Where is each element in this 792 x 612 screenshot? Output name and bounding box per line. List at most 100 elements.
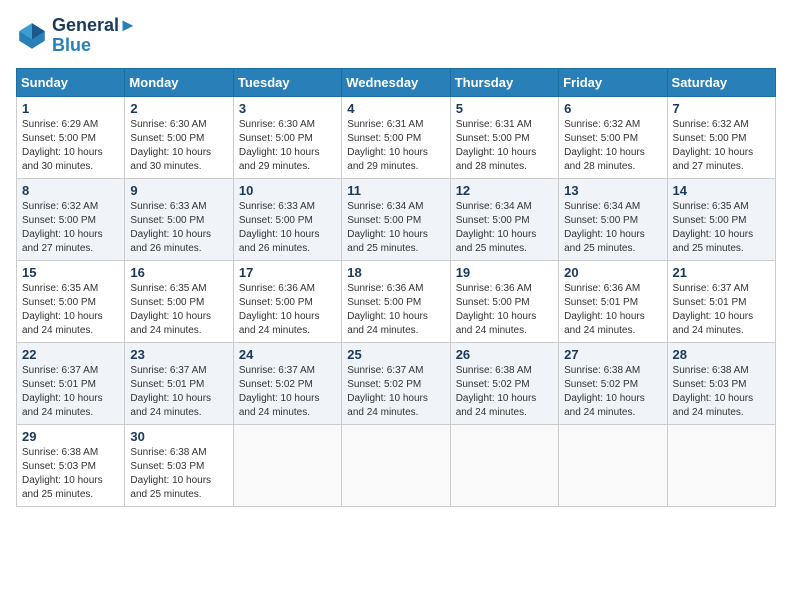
day-info: Sunrise: 6:33 AM Sunset: 5:00 PM Dayligh… xyxy=(130,200,227,256)
day-info: Sunrise: 6:34 AM Sunset: 5:00 PM Dayligh… xyxy=(456,200,553,256)
calendar-day-header: Thursday xyxy=(450,68,558,96)
calendar-cell: 2 Sunrise: 6:30 AM Sunset: 5:00 PM Daylig… xyxy=(125,96,233,178)
calendar-week-row: 29 Sunrise: 6:38 AM Sunset: 5:03 PM Dayli… xyxy=(17,424,776,506)
page-header: General► Blue xyxy=(16,16,776,56)
day-info: Sunrise: 6:37 AM Sunset: 5:02 PM Dayligh… xyxy=(347,364,444,420)
day-number: 3 xyxy=(239,101,336,116)
logo: General► Blue xyxy=(16,16,137,56)
calendar-cell: 6 Sunrise: 6:32 AM Sunset: 5:00 PM Daylig… xyxy=(559,96,667,178)
day-number: 7 xyxy=(673,101,770,116)
day-number: 28 xyxy=(673,347,770,362)
day-info: Sunrise: 6:31 AM Sunset: 5:00 PM Dayligh… xyxy=(347,118,444,174)
calendar-week-row: 1 Sunrise: 6:29 AM Sunset: 5:00 PM Daylig… xyxy=(17,96,776,178)
calendar-cell xyxy=(233,424,341,506)
day-info: Sunrise: 6:35 AM Sunset: 5:00 PM Dayligh… xyxy=(22,282,119,338)
calendar-cell: 25 Sunrise: 6:37 AM Sunset: 5:02 PM Dayli… xyxy=(342,342,450,424)
day-info: Sunrise: 6:38 AM Sunset: 5:02 PM Dayligh… xyxy=(456,364,553,420)
day-info: Sunrise: 6:32 AM Sunset: 5:00 PM Dayligh… xyxy=(564,118,661,174)
calendar-week-row: 15 Sunrise: 6:35 AM Sunset: 5:00 PM Dayli… xyxy=(17,260,776,342)
day-info: Sunrise: 6:37 AM Sunset: 5:01 PM Dayligh… xyxy=(673,282,770,338)
day-number: 6 xyxy=(564,101,661,116)
calendar-day-header: Friday xyxy=(559,68,667,96)
day-number: 13 xyxy=(564,183,661,198)
calendar-day-header: Monday xyxy=(125,68,233,96)
calendar-cell: 1 Sunrise: 6:29 AM Sunset: 5:00 PM Daylig… xyxy=(17,96,125,178)
day-number: 29 xyxy=(22,429,119,444)
day-number: 18 xyxy=(347,265,444,280)
calendar-cell: 27 Sunrise: 6:38 AM Sunset: 5:02 PM Dayli… xyxy=(559,342,667,424)
calendar-cell: 19 Sunrise: 6:36 AM Sunset: 5:00 PM Dayli… xyxy=(450,260,558,342)
day-info: Sunrise: 6:38 AM Sunset: 5:03 PM Dayligh… xyxy=(130,446,227,502)
day-number: 5 xyxy=(456,101,553,116)
day-number: 2 xyxy=(130,101,227,116)
day-number: 9 xyxy=(130,183,227,198)
calendar-cell: 15 Sunrise: 6:35 AM Sunset: 5:00 PM Dayli… xyxy=(17,260,125,342)
day-info: Sunrise: 6:36 AM Sunset: 5:00 PM Dayligh… xyxy=(239,282,336,338)
day-number: 30 xyxy=(130,429,227,444)
calendar-cell xyxy=(450,424,558,506)
day-number: 10 xyxy=(239,183,336,198)
calendar-cell: 30 Sunrise: 6:38 AM Sunset: 5:03 PM Dayli… xyxy=(125,424,233,506)
calendar-cell: 8Sunrise: 6:32 AM Sunset: 5:00 PM Daylig… xyxy=(17,178,125,260)
day-info: Sunrise: 6:30 AM Sunset: 5:00 PM Dayligh… xyxy=(239,118,336,174)
day-info: Sunrise: 6:34 AM Sunset: 5:00 PM Dayligh… xyxy=(347,200,444,256)
calendar-cell: 29 Sunrise: 6:38 AM Sunset: 5:03 PM Dayli… xyxy=(17,424,125,506)
day-info: Sunrise: 6:35 AM Sunset: 5:00 PM Dayligh… xyxy=(130,282,227,338)
calendar-cell: 10 Sunrise: 6:33 AM Sunset: 5:00 PM Dayli… xyxy=(233,178,341,260)
calendar-cell: 24 Sunrise: 6:37 AM Sunset: 5:02 PM Dayli… xyxy=(233,342,341,424)
day-info: Sunrise: 6:38 AM Sunset: 5:02 PM Dayligh… xyxy=(564,364,661,420)
day-number: 17 xyxy=(239,265,336,280)
day-info: Sunrise: 6:37 AM Sunset: 5:01 PM Dayligh… xyxy=(130,364,227,420)
calendar-cell: 3 Sunrise: 6:30 AM Sunset: 5:00 PM Daylig… xyxy=(233,96,341,178)
calendar-cell: 13 Sunrise: 6:34 AM Sunset: 5:00 PM Dayli… xyxy=(559,178,667,260)
day-info: Sunrise: 6:36 AM Sunset: 5:00 PM Dayligh… xyxy=(347,282,444,338)
calendar-cell: 5 Sunrise: 6:31 AM Sunset: 5:00 PM Daylig… xyxy=(450,96,558,178)
calendar-day-header: Wednesday xyxy=(342,68,450,96)
day-number: 22 xyxy=(22,347,119,362)
calendar-cell: 11Sunrise: 6:34 AM Sunset: 5:00 PM Dayli… xyxy=(342,178,450,260)
calendar-cell: 28 Sunrise: 6:38 AM Sunset: 5:03 PM Dayli… xyxy=(667,342,775,424)
calendar-cell xyxy=(559,424,667,506)
calendar-week-row: 8Sunrise: 6:32 AM Sunset: 5:00 PM Daylig… xyxy=(17,178,776,260)
calendar-day-header: Tuesday xyxy=(233,68,341,96)
day-number: 24 xyxy=(239,347,336,362)
day-info: Sunrise: 6:37 AM Sunset: 5:01 PM Dayligh… xyxy=(22,364,119,420)
day-number: 1 xyxy=(22,101,119,116)
day-info: Sunrise: 6:31 AM Sunset: 5:00 PM Dayligh… xyxy=(456,118,553,174)
day-info: Sunrise: 6:36 AM Sunset: 5:00 PM Dayligh… xyxy=(456,282,553,338)
calendar-cell: 18 Sunrise: 6:36 AM Sunset: 5:00 PM Dayli… xyxy=(342,260,450,342)
day-info: Sunrise: 6:30 AM Sunset: 5:00 PM Dayligh… xyxy=(130,118,227,174)
calendar-cell: 9 Sunrise: 6:33 AM Sunset: 5:00 PM Daylig… xyxy=(125,178,233,260)
day-info: Sunrise: 6:29 AM Sunset: 5:00 PM Dayligh… xyxy=(22,118,119,174)
day-number: 14 xyxy=(673,183,770,198)
day-number: 27 xyxy=(564,347,661,362)
day-info: Sunrise: 6:35 AM Sunset: 5:00 PM Dayligh… xyxy=(673,200,770,256)
day-info: Sunrise: 6:38 AM Sunset: 5:03 PM Dayligh… xyxy=(22,446,119,502)
calendar-cell: 12Sunrise: 6:34 AM Sunset: 5:00 PM Dayli… xyxy=(450,178,558,260)
logo-icon xyxy=(16,20,48,52)
calendar-day-header: Sunday xyxy=(17,68,125,96)
calendar-cell: 26 Sunrise: 6:38 AM Sunset: 5:02 PM Dayli… xyxy=(450,342,558,424)
calendar-cell xyxy=(342,424,450,506)
day-info: Sunrise: 6:33 AM Sunset: 5:00 PM Dayligh… xyxy=(239,200,336,256)
day-info: Sunrise: 6:32 AM Sunset: 5:00 PM Dayligh… xyxy=(673,118,770,174)
day-number: 23 xyxy=(130,347,227,362)
day-info: Sunrise: 6:37 AM Sunset: 5:02 PM Dayligh… xyxy=(239,364,336,420)
logo-text: General► Blue xyxy=(52,16,137,56)
day-number: 25 xyxy=(347,347,444,362)
day-info: Sunrise: 6:38 AM Sunset: 5:03 PM Dayligh… xyxy=(673,364,770,420)
day-info: Sunrise: 6:34 AM Sunset: 5:00 PM Dayligh… xyxy=(564,200,661,256)
day-number: 26 xyxy=(456,347,553,362)
day-number: 16 xyxy=(130,265,227,280)
calendar-cell: 23 Sunrise: 6:37 AM Sunset: 5:01 PM Dayli… xyxy=(125,342,233,424)
calendar-cell: 22 Sunrise: 6:37 AM Sunset: 5:01 PM Dayli… xyxy=(17,342,125,424)
day-number: 15 xyxy=(22,265,119,280)
calendar-cell: 16 Sunrise: 6:35 AM Sunset: 5:00 PM Dayli… xyxy=(125,260,233,342)
calendar-day-header: Saturday xyxy=(667,68,775,96)
calendar-body: 1 Sunrise: 6:29 AM Sunset: 5:00 PM Daylig… xyxy=(17,96,776,506)
calendar-header-row: SundayMondayTuesdayWednesdayThursdayFrid… xyxy=(17,68,776,96)
day-number: 8 xyxy=(22,183,119,198)
calendar-table: SundayMondayTuesdayWednesdayThursdayFrid… xyxy=(16,68,776,507)
day-number: 21 xyxy=(673,265,770,280)
day-number: 19 xyxy=(456,265,553,280)
